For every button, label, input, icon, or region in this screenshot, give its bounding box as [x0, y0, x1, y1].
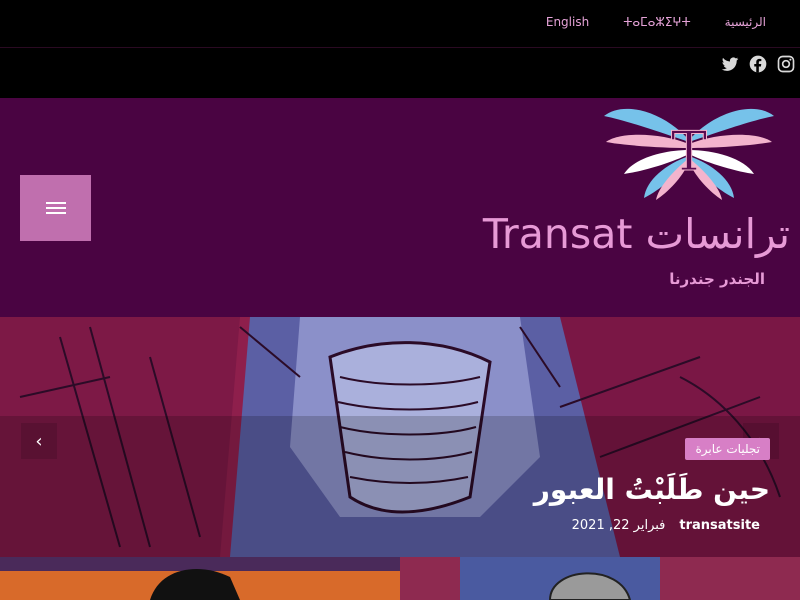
featured-slider[interactable]: ‹ › تجليات عابرة حين طَلَبْتُ العبور tra… [0, 317, 800, 557]
twitter-icon[interactable] [720, 54, 740, 74]
slider-prev-arrow[interactable]: ‹ [21, 423, 57, 459]
nav-item-english[interactable]: English [546, 15, 589, 29]
top-menu: الرئيسية ⵜⴰⵎⴰⵣⵉⵖⵜ English [546, 15, 766, 29]
menu-toggle-button[interactable] [20, 175, 91, 241]
facebook-icon[interactable] [748, 54, 768, 74]
featured-post-title[interactable]: حين طَلَبْتُ العبور [534, 473, 770, 506]
social-links [720, 54, 796, 74]
nav-item-home[interactable]: الرئيسية [725, 15, 766, 29]
hamburger-icon [45, 199, 66, 217]
logo-letter: T [671, 120, 707, 183]
site-header: T ترانسات Transat الجندر جندرنا [0, 98, 800, 317]
site-logo[interactable]: T [594, 102, 784, 202]
post-cards [0, 557, 800, 600]
post-card[interactable] [0, 557, 400, 600]
site-tagline: الجندر جندرنا [669, 270, 765, 288]
nav-item-tamazight[interactable]: ⵜⴰⵎⴰⵣⵉⵖⵜ [623, 15, 690, 29]
instagram-icon[interactable] [776, 54, 796, 74]
post-author[interactable]: transatsite [679, 518, 760, 533]
category-badge[interactable]: تجليات عابرة [685, 438, 770, 460]
social-bar [0, 48, 800, 98]
post-card-image [0, 557, 400, 600]
site-title[interactable]: ترانسات Transat [483, 210, 790, 258]
post-card[interactable] [400, 557, 800, 600]
post-date: فبراير 22, 2021 [571, 518, 666, 533]
post-card-image [400, 557, 800, 600]
top-navigation-bar: الرئيسية ⵜⴰⵎⴰⵣⵉⵖⵜ English [0, 0, 800, 48]
post-meta: transatsite فبراير 22, 2021 [572, 518, 760, 533]
